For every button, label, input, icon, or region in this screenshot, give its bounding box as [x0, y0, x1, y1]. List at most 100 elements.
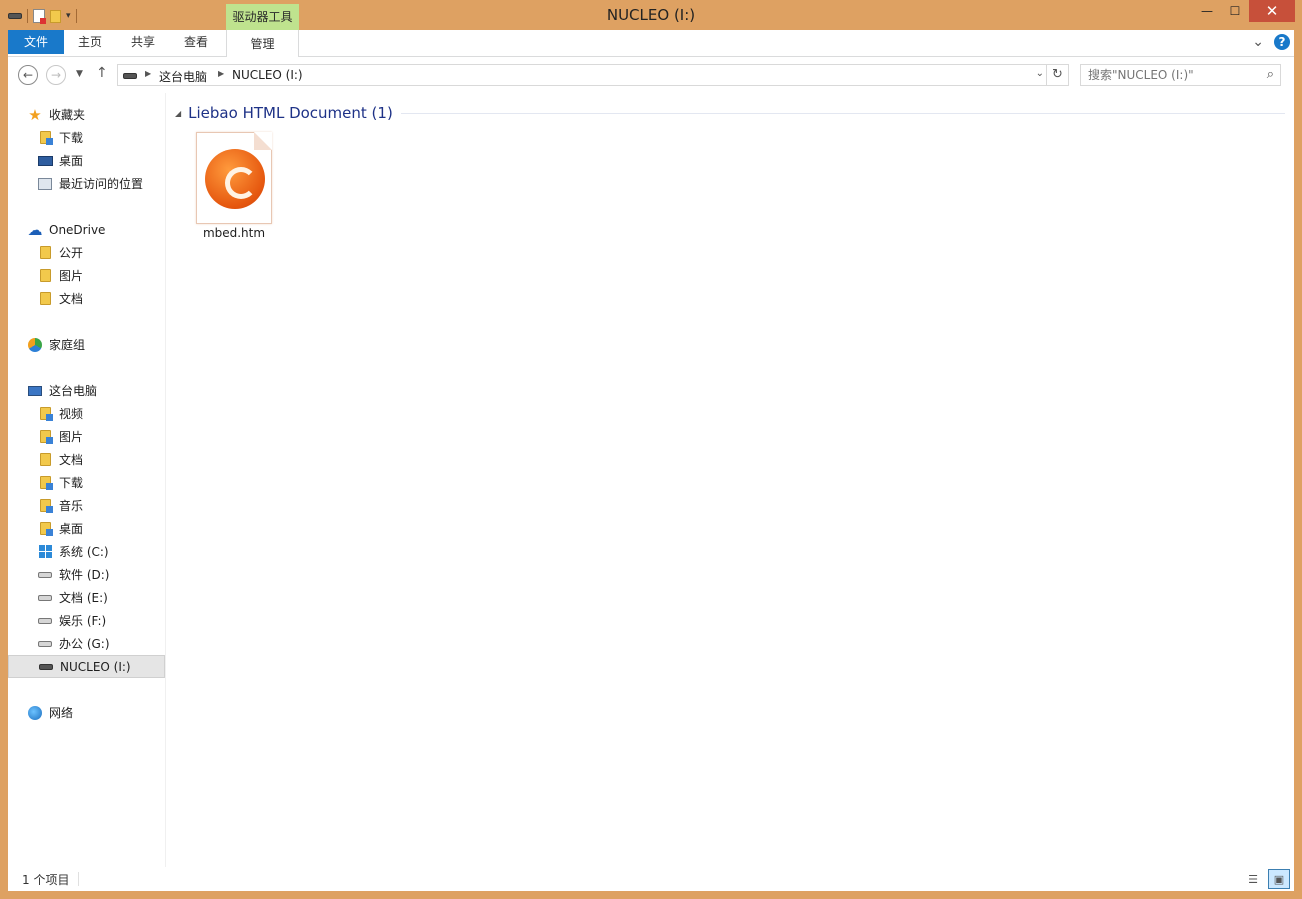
nav-drive-e[interactable]: 文档 (E:) — [8, 586, 165, 609]
nav-drive-i[interactable]: NUCLEO (I:) — [8, 655, 165, 678]
minimize-button[interactable]: — — [1193, 0, 1221, 22]
nav-recent-places[interactable]: 最近访问的位置 — [8, 172, 165, 195]
expand-ribbon-icon[interactable]: ⌄ — [1252, 34, 1264, 50]
search-icon[interactable]: ⌕ — [1267, 67, 1274, 82]
tab-file[interactable]: 文件 — [8, 30, 64, 54]
nav-label: 文档 — [59, 453, 84, 467]
details-view-button[interactable]: ☰ — [1242, 869, 1264, 889]
nav-documents[interactable]: 文档 — [8, 448, 165, 471]
nav-drive-f[interactable]: 娱乐 (F:) — [8, 609, 165, 632]
search-input[interactable] — [1088, 67, 1248, 83]
nav-onedrive-pictures[interactable]: 图片 — [8, 264, 165, 287]
breadcrumb-nucleo[interactable]: NUCLEO (I:) — [232, 68, 303, 82]
tab-home[interactable]: 主页 — [67, 30, 113, 54]
nav-drive-d[interactable]: 软件 (D:) — [8, 563, 165, 586]
file-group-header[interactable]: ◢ Liebao HTML Document (1) — [175, 104, 1285, 122]
navigation-pane[interactable]: ★ 收藏夹 下载 桌面 最近访问的位置 ☁ OneDrive 公开 图片 文档 … — [8, 93, 166, 867]
nav-label: 娱乐 (F:) — [59, 614, 107, 628]
recent-locations-dropdown[interactable]: ▼ — [76, 69, 83, 79]
nav-label: 图片 — [59, 430, 84, 444]
file-item[interactable]: mbed.htm — [187, 129, 281, 245]
nav-onedrive[interactable]: ☁ OneDrive — [8, 218, 165, 241]
file-list-pane[interactable]: ◢ Liebao HTML Document (1) mbed.htm — [167, 93, 1294, 867]
nav-music[interactable]: 音乐 — [8, 494, 165, 517]
nav-label: 网络 — [49, 706, 74, 720]
nav-videos[interactable]: 视频 — [8, 402, 165, 425]
address-row: ← → ▼ ↑ ▶ 这台电脑 ▶ NUCLEO (I:) ⌄ ↻ ⌕ — [8, 57, 1294, 93]
nav-label: 桌面 — [59, 154, 84, 168]
nav-label: 文档 — [59, 292, 84, 306]
hard-drive-icon — [37, 613, 53, 629]
maximize-button[interactable]: ☐ — [1221, 0, 1249, 22]
nav-label: 公开 — [59, 246, 84, 260]
nav-label: 下载 — [59, 476, 84, 490]
file-name: mbed.htm — [202, 226, 266, 240]
nav-pictures[interactable]: 图片 — [8, 425, 165, 448]
hard-drive-icon — [37, 567, 53, 583]
nav-label: 系统 (C:) — [59, 545, 109, 559]
nav-label: 办公 (G:) — [59, 637, 110, 651]
tab-manage[interactable]: 管理 — [226, 30, 299, 57]
status-bar: 1 个项目 ☰ ▣ — [8, 867, 1294, 891]
nav-homegroup[interactable]: 家庭组 — [8, 333, 165, 356]
large-icons-view-button[interactable]: ▣ — [1268, 869, 1290, 889]
nav-drive-c[interactable]: 系统 (C:) — [8, 540, 165, 563]
hard-drive-icon — [37, 636, 53, 652]
back-button[interactable]: ← — [18, 65, 38, 85]
downloads-folder-icon — [37, 130, 53, 146]
liebao-html-file-icon — [196, 132, 272, 224]
ribbon-tabs: 文件 主页 共享 查看 管理 ⌄ ? — [8, 30, 1294, 57]
homegroup-icon — [27, 337, 43, 353]
breadcrumb-chevron-icon[interactable]: ▶ — [145, 69, 151, 78]
nav-label: 家庭组 — [49, 338, 86, 352]
nav-onedrive-documents[interactable]: 文档 — [8, 287, 165, 310]
nav-label: 软件 (D:) — [59, 568, 110, 582]
star-icon: ★ — [28, 105, 42, 124]
nav-desktop[interactable]: 桌面 — [8, 149, 165, 172]
forward-button[interactable]: → — [46, 65, 66, 85]
group-title: Liebao HTML Document (1) — [188, 104, 393, 122]
system-drive-icon — [37, 544, 53, 560]
nav-favorites[interactable]: ★ 收藏夹 — [8, 103, 165, 126]
downloads-folder-icon — [37, 475, 53, 491]
search-box[interactable]: ⌕ — [1080, 64, 1281, 86]
nav-label: NUCLEO (I:) — [60, 659, 131, 674]
music-folder-icon — [37, 498, 53, 514]
nav-desktop-pc[interactable]: 桌面 — [8, 517, 165, 540]
breadcrumb-this-pc[interactable]: 这台电脑 — [159, 68, 207, 85]
nav-drive-g[interactable]: 办公 (G:) — [8, 632, 165, 655]
nav-label: 文档 (E:) — [59, 591, 108, 605]
help-icon[interactable]: ? — [1274, 34, 1290, 50]
refresh-button[interactable]: ↻ — [1046, 65, 1068, 85]
network-icon — [27, 705, 43, 721]
address-dropdown-icon[interactable]: ⌄ — [1036, 68, 1044, 79]
nav-label: OneDrive — [49, 222, 106, 237]
nav-label: 这台电脑 — [49, 384, 98, 398]
usb-drive-icon — [38, 659, 54, 675]
nav-this-pc[interactable]: 这台电脑 — [8, 379, 165, 402]
tab-view[interactable]: 查看 — [173, 30, 219, 54]
pictures-folder-icon — [37, 429, 53, 445]
address-bar[interactable]: ▶ 这台电脑 ▶ NUCLEO (I:) ⌄ ↻ — [117, 64, 1069, 86]
folder-icon — [37, 291, 53, 307]
nav-label: 最近访问的位置 — [59, 177, 144, 191]
folder-icon — [37, 245, 53, 261]
breadcrumb-chevron-icon[interactable]: ▶ — [218, 69, 224, 78]
explorer-content: ★ 收藏夹 下载 桌面 最近访问的位置 ☁ OneDrive 公开 图片 文档 … — [8, 93, 1294, 867]
group-divider — [400, 112, 1285, 114]
tab-share[interactable]: 共享 — [120, 30, 166, 54]
nav-downloads-pc[interactable]: 下载 — [8, 471, 165, 494]
up-button[interactable]: ↑ — [96, 65, 108, 81]
folder-icon — [37, 268, 53, 284]
explorer-window: ▾ NUCLEO (I:) — ☐ ✕ 驱动器工具 文件 主页 共享 查看 管理… — [0, 0, 1302, 899]
desktop-icon — [37, 153, 53, 169]
nav-label: 音乐 — [59, 499, 84, 513]
close-button[interactable]: ✕ — [1249, 0, 1295, 22]
nav-label: 图片 — [59, 269, 84, 283]
nav-onedrive-public[interactable]: 公开 — [8, 241, 165, 264]
nav-label: 视频 — [59, 407, 84, 421]
nav-network[interactable]: 网络 — [8, 701, 165, 724]
collapse-group-icon[interactable]: ◢ — [175, 109, 181, 118]
title-bar[interactable]: ▾ NUCLEO (I:) — ☐ ✕ — [0, 0, 1302, 30]
nav-downloads[interactable]: 下载 — [8, 126, 165, 149]
